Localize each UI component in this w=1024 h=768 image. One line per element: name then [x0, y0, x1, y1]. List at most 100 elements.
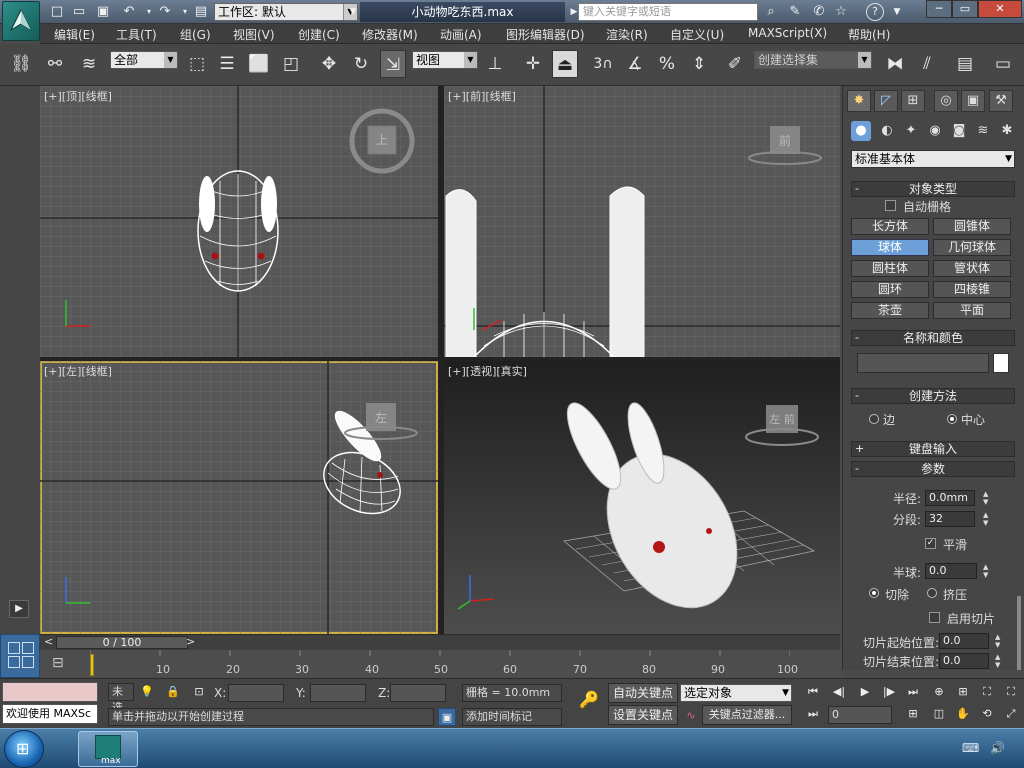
key-filters-button[interactable]: 关键点过滤器... — [702, 705, 792, 725]
category-dropdown[interactable]: 标准基本体 ▼ — [851, 150, 1015, 168]
viewport-front[interactable]: [+][前][线框] 前 — [444, 86, 840, 357]
autogrid-checkbox[interactable] — [885, 200, 896, 211]
field-of-view-icon[interactable]: ◫ — [930, 705, 948, 723]
spinner-arrows-icon[interactable]: ▲ ▼ — [983, 490, 992, 506]
geosphere-button[interactable]: 几何球体 — [933, 239, 1011, 256]
teapot-button[interactable]: 茶壶 — [851, 302, 929, 319]
maxscript-mini-listener-top[interactable] — [2, 682, 98, 702]
subscription-key-icon[interactable]: ✎ — [786, 3, 804, 21]
time-slider-prev-icon[interactable]: < — [44, 635, 53, 648]
current-frame-field[interactable]: 0 — [828, 706, 892, 724]
set-key-button[interactable]: 设置关键点 — [608, 705, 678, 725]
modify-tab-icon[interactable]: ◸ — [874, 90, 898, 112]
pan-hand-icon[interactable]: ✋ — [954, 705, 972, 723]
time-tag-icon[interactable]: ▣ — [438, 708, 456, 726]
space-warps-icon[interactable]: ≋ — [973, 121, 993, 141]
select-manipulate-icon[interactable]: ✛ — [520, 50, 546, 78]
shapes-icon[interactable]: ◐ — [877, 121, 897, 141]
menu-group[interactable]: 组(G) — [180, 26, 211, 43]
z-coordinate-field[interactable] — [390, 684, 446, 702]
menu-create[interactable]: 创建(C) — [298, 26, 340, 43]
time-configuration-icon[interactable]: ⊞ — [904, 705, 922, 723]
spinner-arrows-icon[interactable]: ▲ ▼ — [983, 563, 992, 579]
layer-manager-icon[interactable]: ▤ — [952, 50, 978, 78]
binoculars-icon[interactable]: ⌕ — [762, 3, 780, 21]
unlink-icon[interactable]: ⚯ — [42, 50, 68, 78]
menu-tools[interactable]: 工具(T) — [116, 26, 157, 43]
scale-icon[interactable]: ⇲ — [380, 50, 406, 78]
communication-icon[interactable]: ✆ — [810, 3, 828, 21]
favorites-star-icon[interactable]: ☆ — [832, 3, 850, 21]
creation-method-rollout-header[interactable]: - 创建方法 — [851, 388, 1015, 404]
viewport-left[interactable]: [+][左][线框] 左 — [40, 361, 438, 634]
go-to-end-icon[interactable]: ⏭ — [904, 683, 922, 701]
rectangle-selection-icon[interactable]: ⬜ — [246, 50, 272, 78]
maxscript-mini-listener[interactable]: 欢迎使用 MAXSc — [2, 704, 98, 724]
selection-filter-dropdown[interactable]: 全部 ▼ — [110, 51, 178, 69]
reference-coord-dropdown[interactable]: 视图 ▼ — [412, 51, 478, 69]
orbit-icon[interactable]: ⟲ — [978, 705, 996, 723]
keyboard-shortcut-override-icon[interactable]: ⏏ — [552, 50, 578, 78]
utilities-tab-icon[interactable]: ⚒ — [989, 90, 1013, 112]
workspace-dropdown[interactable]: 工作区: 默认 ▼ — [214, 3, 358, 21]
zoom-all-icon[interactable]: ⊞ — [954, 683, 972, 701]
cylinder-button[interactable]: 圆柱体 — [851, 260, 929, 277]
align-icon[interactable]: ⫽ — [914, 50, 940, 78]
start-button[interactable]: ⊞ — [4, 730, 44, 768]
viewport-label[interactable]: [+][透视][真实] — [448, 363, 527, 379]
motion-tab-icon[interactable]: ◎ — [934, 90, 958, 112]
mirror-icon[interactable]: ⧓ — [882, 50, 908, 78]
key-filter-curve-icon[interactable]: ∿ — [682, 707, 700, 725]
edit-named-selection-icon[interactable]: ✐ — [722, 50, 748, 78]
isolate-selection-icon[interactable]: 💡 — [138, 683, 156, 701]
spinner-arrows-icon[interactable]: ▲ ▼ — [995, 653, 1004, 669]
plane-button[interactable]: 平面 — [933, 302, 1011, 319]
graphite-ribbon-icon[interactable]: ▭ — [990, 50, 1016, 78]
edge-radio[interactable] — [869, 414, 879, 424]
auto-key-button[interactable]: 自动关键点 — [608, 683, 678, 703]
geometry-icon[interactable]: ● — [851, 121, 871, 141]
search-input[interactable]: 键入关键字或短语 — [578, 3, 758, 21]
key-mode-dropdown[interactable]: 选定对象 ▼ — [680, 684, 792, 702]
squash-radio[interactable] — [927, 588, 937, 598]
time-slider[interactable]: < 0 / 100 > — [40, 634, 840, 650]
pivot-center-icon[interactable]: ⊥ — [482, 50, 508, 78]
keyboard-entry-rollout-header[interactable]: + 键盘输入 — [851, 441, 1015, 457]
snaps-toggle-icon[interactable]: 3∩ — [590, 50, 616, 78]
maximize-viewport-icon[interactable]: ⤢ — [1002, 705, 1020, 723]
undo-icon[interactable]: ↶ — [120, 3, 138, 21]
object-name-input[interactable] — [857, 353, 989, 373]
menu-modifiers[interactable]: 修改器(M) — [362, 26, 418, 43]
select-object-icon[interactable]: ⬚ — [184, 50, 210, 78]
play-icon[interactable]: ▶ — [856, 683, 874, 701]
minimize-button[interactable]: ─ — [926, 0, 952, 18]
time-slider-thumb[interactable]: 0 / 100 — [56, 636, 188, 649]
spinner-arrows-icon[interactable]: ▲ ▼ — [995, 633, 1004, 649]
command-panel-scrollbar[interactable] — [1017, 596, 1021, 670]
display-tab-icon[interactable]: ▣ — [961, 90, 985, 112]
menu-views[interactable]: 视图(V) — [233, 26, 275, 43]
named-selection-input[interactable]: 创建选择集 ▼ — [754, 51, 872, 69]
cameras-icon[interactable]: ◉ — [925, 121, 945, 141]
viewport-label[interactable]: [+][顶][线框] — [44, 88, 112, 104]
chevron-down-icon[interactable]: ▼ — [888, 3, 906, 21]
box-button[interactable]: 长方体 — [851, 218, 929, 235]
spinner-arrows-icon[interactable]: ▲ ▼ — [983, 511, 992, 527]
help-icon[interactable]: ? — [866, 3, 884, 21]
menu-graph-editors[interactable]: 图形编辑器(D) — [506, 26, 585, 43]
zoom-extents-icon[interactable]: ⛶ — [978, 683, 996, 701]
zoom-extents-all-icon[interactable]: ⛶ — [1002, 683, 1020, 701]
app-logo-button[interactable] — [2, 1, 40, 41]
project-folder-icon[interactable]: ▤ — [192, 3, 210, 21]
viewport-perspective[interactable]: [+][透视][真实] 左 前 — [444, 361, 840, 634]
menu-maxscript[interactable]: MAXScript(X) — [748, 26, 827, 40]
close-button[interactable]: ✕ — [978, 0, 1022, 18]
open-file-icon[interactable]: ▭ — [70, 3, 88, 21]
create-tab-icon[interactable]: ✸ — [847, 90, 871, 112]
rotate-icon[interactable]: ↻ — [348, 50, 374, 78]
viewport-layout-button[interactable] — [0, 634, 40, 678]
window-crossing-icon[interactable]: ◰ — [278, 50, 304, 78]
slice-on-checkbox[interactable] — [929, 612, 940, 623]
select-by-name-icon[interactable]: ☰ — [214, 50, 240, 78]
volume-tray-icon[interactable]: 🔊 — [990, 741, 1005, 755]
